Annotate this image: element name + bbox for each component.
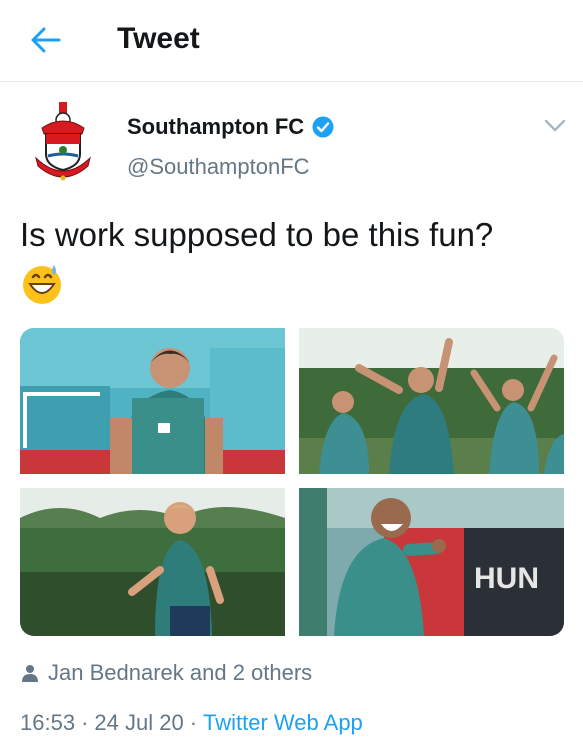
liked-by-text: Jan Bednarek and 2 others (48, 660, 313, 685)
photo-grid: HUN (20, 328, 564, 636)
author-name: Southampton FC (127, 114, 305, 139)
author-name-row[interactable]: Southampton FC (127, 112, 334, 142)
tweet-meta: 16:53 · 24 Jul 20 · Twitter Web App (20, 708, 363, 738)
verified-badge-icon (312, 116, 334, 138)
top-bar: Tweet (0, 0, 583, 82)
arrow-left-icon (31, 27, 61, 53)
avatar[interactable] (30, 100, 96, 184)
person-icon (22, 665, 38, 682)
players-celebrating-photo[interactable] (299, 328, 564, 474)
liked-by-row[interactable]: Jan Bednarek and 2 others (22, 658, 312, 688)
player-laughing-photo[interactable] (20, 328, 285, 474)
author-handle[interactable]: @SouthamptonFC (127, 154, 310, 180)
tweet-text: Is work supposed to be this fun? (20, 216, 494, 253)
player-cheering-photo[interactable]: HUN (299, 488, 564, 636)
club-crest-logo (35, 102, 91, 181)
tweet-date: 24 Jul 20 (94, 710, 184, 735)
back-button[interactable] (26, 20, 66, 60)
chevron-down-icon[interactable] (543, 118, 567, 134)
svg-text:HUN: HUN (474, 562, 539, 595)
grinning-face-with-sweat-emoji (23, 265, 61, 304)
page-title: Tweet (117, 22, 200, 55)
tweet-time: 16:53 (20, 710, 76, 735)
separator: · (189, 710, 198, 735)
tweet-source-link[interactable]: Twitter Web App (203, 710, 363, 735)
separator: · (81, 710, 89, 735)
player-running-photo[interactable] (20, 488, 285, 636)
